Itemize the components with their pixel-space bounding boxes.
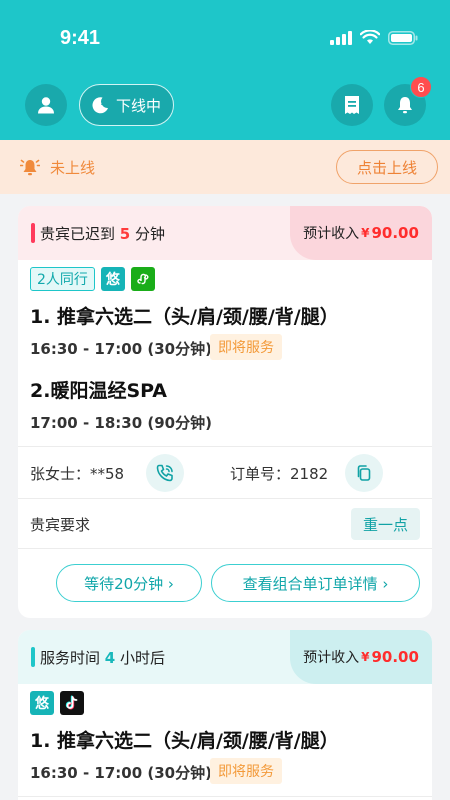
wait-button[interactable]: 等待20分钟 › [56,564,202,602]
copy-order-button[interactable] [345,454,383,492]
divider [18,446,432,447]
header-accent-bar [31,223,35,243]
estimated-income: 预计收入 ¥90.00 [290,630,432,684]
order-card[interactable]: 服务时间 4 小时后 预计收入 ¥90.00 悠 1. 推拿六选二（头/肩/颈/… [18,630,432,800]
online-status-toggle[interactable]: z 下线中 [79,84,175,126]
status-icons [330,30,418,45]
divider [18,548,432,549]
service-countdown: 服务时间 4 小时后 [40,649,165,667]
toolbar: z 下线中 6 [0,76,450,126]
mini-program-icon [130,267,155,291]
copy-icon [357,465,371,481]
profile-button[interactable] [25,84,67,126]
order-tags: 2人同行 悠 [30,267,155,291]
app-header: 9:41 z 下线中 6 [0,0,450,140]
signal-icon [330,30,352,45]
request-value-tag: 重一点 [350,508,420,540]
request-label: 贵宾要求 [30,516,91,534]
you-platform-tag: 悠 [30,691,54,715]
orders-list-button[interactable] [331,84,373,126]
order-number: 订单号：2182 [230,465,329,483]
service-time: 17:00 - 18:30 (90分钟) [30,414,212,432]
late-status: 贵宾已迟到 5 分钟 [40,225,165,243]
service-time: 16:30 - 17:00 (30分钟) [30,340,212,358]
header-accent-bar [31,647,35,667]
wifi-icon [360,30,380,44]
user-icon [38,97,54,114]
online-status-label: 下线中 [116,96,162,115]
go-online-button[interactable]: 点击上线 [336,150,438,184]
you-platform-tag: 悠 [100,267,125,291]
service-name: 1. 推拿六选二（头/肩/颈/腰/背/腿） [30,730,339,752]
order-card-header: 贵宾已迟到 5 分钟 预计收入 ¥90.00 [18,206,432,260]
offline-text: 未上线 [50,158,96,177]
upcoming-status-badge: 即将服务 [210,758,282,784]
order-tags: 悠 [30,691,84,715]
battery-icon [388,30,418,45]
offline-banner: 未上线 点击上线 [0,140,450,194]
customer-info: 张女士：**58 [30,465,125,483]
service-time: 16:30 - 17:00 (30分钟) [30,764,212,782]
notification-badge: 6 [410,76,432,98]
estimated-income: 预计收入 ¥90.00 [290,206,432,260]
notifications-button[interactable]: 6 [384,76,432,126]
status-time: 9:41 [60,27,101,49]
companion-tag: 2人同行 [30,267,95,291]
service-name: 2.暖阳温经SPA [30,380,168,402]
document-icon [345,96,359,114]
order-card-header: 服务时间 4 小时后 预计收入 ¥90.00 [18,630,432,684]
upcoming-status-badge: 即将服务 [210,334,282,360]
phone-icon [156,464,173,482]
bell-icon [398,97,412,114]
divider [18,498,432,499]
view-combo-order-button[interactable]: 查看组合单订单详情 › [211,564,420,602]
alarm-bell-icon [20,159,40,176]
moon-icon: z [92,97,108,114]
order-card[interactable]: 贵宾已迟到 5 分钟 预计收入 ¥90.00 2人同行 悠 1. 推拿六选二（头… [18,206,432,618]
svg-text:z: z [101,100,105,107]
service-name: 1. 推拿六选二（头/肩/颈/腰/背/腿） [30,306,339,328]
tiktok-icon [60,691,84,715]
call-button[interactable] [146,454,184,492]
divider [18,796,432,797]
